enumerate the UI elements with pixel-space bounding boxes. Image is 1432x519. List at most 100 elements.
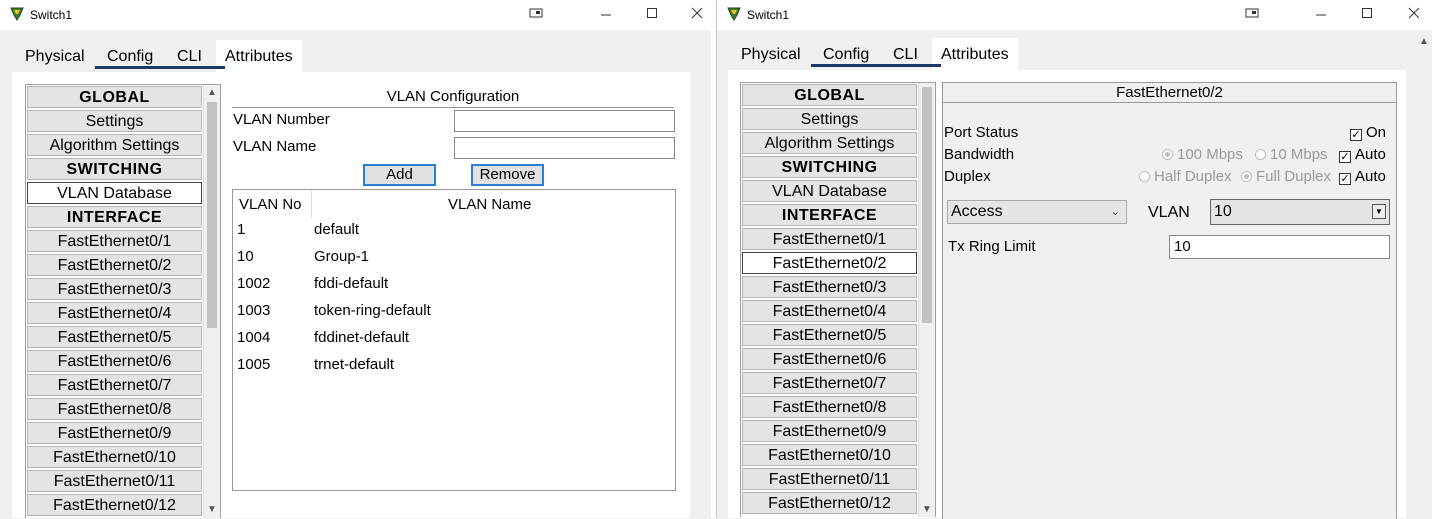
table-row[interactable]: 1 default bbox=[233, 221, 673, 248]
half-duplex-radio[interactable]: Half Duplex bbox=[1139, 168, 1232, 185]
nav-item-fastethernet0-5[interactable]: FastEthernet0/5 bbox=[742, 324, 917, 346]
dropdown-arrow-icon[interactable]: ▼ bbox=[1372, 204, 1386, 219]
nav-item-fastethernet0-8[interactable]: FastEthernet0/8 bbox=[742, 396, 917, 418]
minimize-icon[interactable] bbox=[1309, 6, 1333, 24]
nav-item-fastethernet0-9[interactable]: FastEthernet0/9 bbox=[742, 420, 917, 442]
bandwidth-10-label: 10 Mbps bbox=[1270, 146, 1328, 163]
nav-item-fastethernet0-8[interactable]: FastEthernet0/8 bbox=[27, 398, 202, 420]
window-title: Switch1 bbox=[747, 8, 790, 22]
nav-item-fastethernet0-1[interactable]: FastEthernet0/1 bbox=[742, 228, 917, 250]
nav-item-fastethernet0-10[interactable]: FastEthernet0/10 bbox=[27, 446, 202, 468]
nav-item-fastethernet0-7[interactable]: FastEthernet0/7 bbox=[27, 374, 202, 396]
tab-bar: Physical Config CLI Attributes bbox=[729, 38, 1432, 70]
close-icon[interactable] bbox=[685, 6, 709, 24]
bandwidth-100-radio[interactable]: 100 Mbps bbox=[1162, 146, 1243, 163]
bandwidth-auto-checkbox[interactable]: ✓ Auto bbox=[1339, 146, 1386, 163]
nav-item-fastethernet0-9[interactable]: FastEthernet0/9 bbox=[27, 422, 202, 444]
nav-item-fastethernet0-2[interactable]: FastEthernet0/2 bbox=[742, 252, 917, 274]
nav-item-fastethernet0-6[interactable]: FastEthernet0/6 bbox=[27, 350, 202, 372]
vlan-table: VLAN No VLAN Name 1 default 10 Group-1 1002 f… bbox=[232, 189, 676, 491]
vlan-no-column-header: VLAN No bbox=[239, 196, 302, 213]
tab-attributes[interactable]: Attributes bbox=[216, 40, 302, 72]
vlan-name-input[interactable] bbox=[454, 137, 675, 159]
vlan-name-cell: trnet-default bbox=[314, 356, 395, 373]
vlan-name-cell: Group-1 bbox=[314, 248, 370, 265]
vlan-config-title: VLAN Configuration bbox=[386, 88, 520, 105]
full-duplex-radio[interactable]: Full Duplex bbox=[1241, 168, 1331, 185]
nav-item-fastethernet0-1[interactable]: FastEthernet0/1 bbox=[27, 230, 202, 252]
column-separator bbox=[311, 190, 312, 218]
maximize-icon[interactable] bbox=[1355, 6, 1379, 24]
nav-item-algorithm-settings[interactable]: Algorithm Settings bbox=[27, 134, 202, 156]
nav-item-vlan-database[interactable]: VLAN Database bbox=[742, 180, 917, 202]
vlan-no-cell: 1004 bbox=[237, 329, 271, 346]
add-vlan-button[interactable]: Add bbox=[363, 164, 436, 186]
scroll-thumb[interactable] bbox=[922, 87, 932, 323]
table-row[interactable]: 1005 trnet-default bbox=[233, 356, 673, 383]
tab-attributes[interactable]: Attributes bbox=[932, 38, 1018, 70]
interface-title: FastEthernet0/2 bbox=[943, 83, 1396, 103]
nav-section-switching: SWITCHING bbox=[742, 156, 917, 178]
close-icon[interactable] bbox=[1402, 6, 1426, 24]
table-row[interactable]: 1004 fddinet-default bbox=[233, 329, 673, 356]
full-duplex-label: Full Duplex bbox=[1256, 168, 1332, 185]
scroll-up-icon[interactable]: ▲ bbox=[204, 85, 220, 101]
title-bar[interactable]: Switch1 bbox=[717, 0, 1432, 30]
window-scrollbar[interactable]: ▲ bbox=[1416, 30, 1432, 518]
vlan-name-cell: fddinet-default bbox=[314, 329, 410, 346]
duplex-auto-checkbox[interactable]: ✓ Auto bbox=[1339, 168, 1386, 185]
nav-item-settings[interactable]: Settings bbox=[27, 110, 202, 132]
maximize-icon[interactable] bbox=[640, 6, 664, 24]
restore-icon[interactable] bbox=[524, 6, 548, 24]
nav-item-fastethernet0-4[interactable]: FastEthernet0/4 bbox=[742, 300, 917, 322]
tab-physical[interactable]: Physical bbox=[25, 40, 85, 72]
radio-selected-icon bbox=[1162, 149, 1173, 160]
scroll-down-icon[interactable]: ▼ bbox=[919, 502, 935, 517]
nav-item-fastethernet0-12[interactable]: FastEthernet0/12 bbox=[27, 494, 202, 516]
port-status-label: Port Status bbox=[944, 124, 1019, 141]
vlan-combo[interactable]: 10 ▼ bbox=[1210, 199, 1390, 225]
bandwidth-auto-label: Auto bbox=[1355, 146, 1386, 163]
title-bar[interactable]: Switch1 bbox=[0, 0, 711, 30]
scroll-down-icon[interactable]: ▼ bbox=[204, 502, 220, 518]
nav-item-fastethernet0-11[interactable]: FastEthernet0/11 bbox=[742, 468, 917, 490]
nav-item-vlan-database[interactable]: VLAN Database bbox=[27, 182, 202, 204]
nav-scrollbar[interactable]: ▼ bbox=[918, 83, 935, 517]
nav-item-fastethernet0-12[interactable]: FastEthernet0/12 bbox=[742, 492, 917, 514]
table-row[interactable]: 10 Group-1 bbox=[233, 248, 673, 275]
nav-item-fastethernet0-3[interactable]: FastEthernet0/3 bbox=[27, 278, 202, 300]
nav-item-fastethernet0-7[interactable]: FastEthernet0/7 bbox=[742, 372, 917, 394]
nav-item-fastethernet0-4[interactable]: FastEthernet0/4 bbox=[27, 302, 202, 324]
minimize-icon[interactable] bbox=[594, 6, 618, 24]
tx-ring-limit-input[interactable]: 10 bbox=[1169, 235, 1390, 259]
scroll-thumb[interactable] bbox=[207, 102, 217, 328]
vlan-number-input[interactable] bbox=[454, 110, 675, 132]
nav-item-algorithm-settings[interactable]: Algorithm Settings bbox=[742, 132, 917, 154]
scroll-up-icon[interactable]: ▲ bbox=[1416, 34, 1432, 50]
restore-icon[interactable] bbox=[1240, 6, 1264, 24]
window-title: Switch1 bbox=[30, 8, 73, 22]
tab-physical[interactable]: Physical bbox=[741, 38, 801, 70]
nav-scrollbar[interactable]: ▲ ▼ bbox=[203, 85, 220, 518]
tab-bar: Physical Config CLI Attributes bbox=[12, 40, 711, 72]
port-status-checkbox[interactable]: ✓ On bbox=[1350, 124, 1386, 141]
nav-item-fastethernet0-5[interactable]: FastEthernet0/5 bbox=[27, 326, 202, 348]
bandwidth-10-radio[interactable]: 10 Mbps bbox=[1255, 146, 1328, 163]
nav-item-fastethernet0-10[interactable]: FastEthernet0/10 bbox=[742, 444, 917, 466]
vlan-no-cell: 1003 bbox=[237, 302, 271, 319]
config-nav-panel: GLOBAL Settings Algorithm Settings SWITCHIN… bbox=[740, 82, 936, 517]
nav-item-fastethernet0-11[interactable]: FastEthernet0/11 bbox=[27, 470, 202, 492]
remove-vlan-button[interactable]: Remove bbox=[471, 164, 544, 186]
table-row[interactable]: 1002 fddi-default bbox=[233, 275, 673, 302]
vlan-no-cell: 1 bbox=[237, 221, 246, 238]
nav-item-fastethernet0-6[interactable]: FastEthernet0/6 bbox=[742, 348, 917, 370]
active-tab-indicator bbox=[811, 64, 941, 67]
nav-item-fastethernet0-2[interactable]: FastEthernet0/2 bbox=[27, 254, 202, 276]
port-mode-select[interactable]: Access ⌄ bbox=[947, 200, 1127, 224]
bandwidth-100-label: 100 Mbps bbox=[1177, 146, 1243, 163]
chevron-down-icon: ⌄ bbox=[1110, 206, 1120, 218]
checkbox-checked-icon: ✓ bbox=[1339, 173, 1351, 185]
nav-item-fastethernet0-3[interactable]: FastEthernet0/3 bbox=[742, 276, 917, 298]
table-row[interactable]: 1003 token-ring-default bbox=[233, 302, 673, 329]
nav-item-settings[interactable]: Settings bbox=[742, 108, 917, 130]
